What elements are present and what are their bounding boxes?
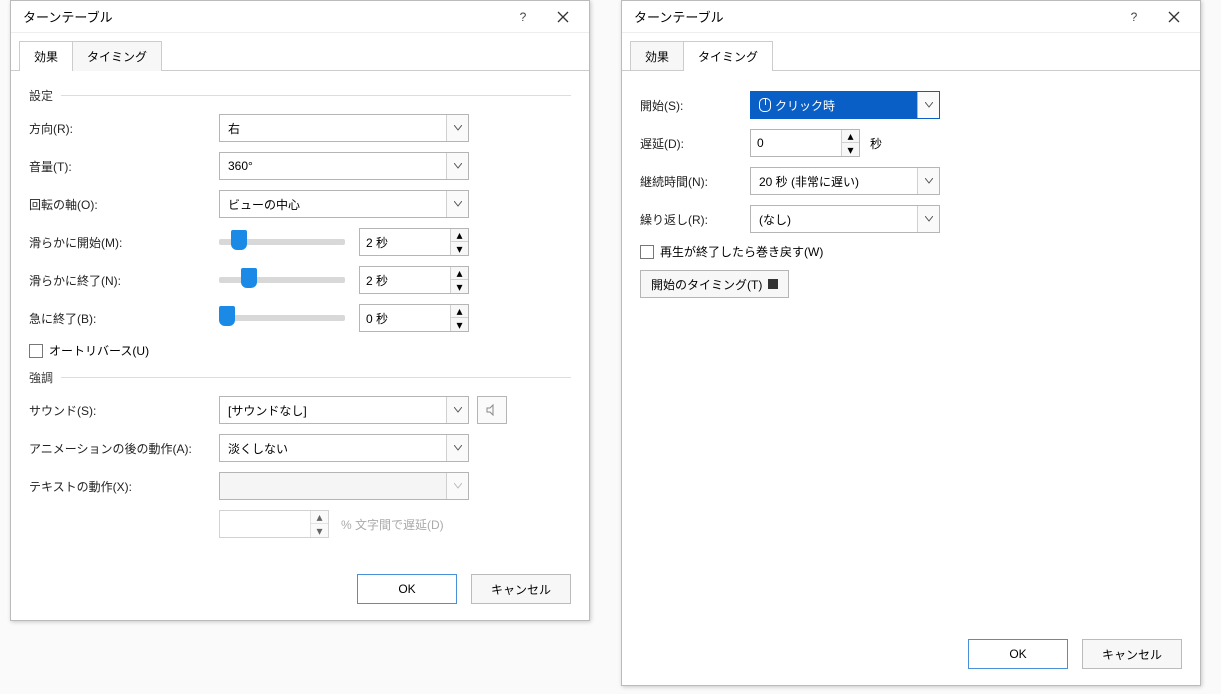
delay-unit: 秒 [870,135,882,152]
ok-button[interactable]: OK [357,574,457,604]
chevron-down-icon [446,153,468,179]
delay-label: 遅延(D): [640,135,750,152]
chevron-down-icon [917,206,939,232]
duration-combo[interactable]: 20 秒 (非常に遅い) [750,167,940,195]
cancel-button[interactable]: キャンセル [471,574,571,604]
section-settings: 設定 [29,87,53,104]
text-animation-label: テキストの動作(X): [29,478,219,495]
tab-effect[interactable]: 効果 [630,41,684,71]
after-animation-combo[interactable]: 淡くしない [219,434,469,462]
rewind-checkbox[interactable]: 再生が終了したら巻き戻す(W) [640,243,823,260]
ok-button[interactable]: OK [968,639,1068,669]
cancel-button[interactable]: キャンセル [1082,639,1182,669]
chevron-down-icon [446,115,468,141]
dialog-title: ターンテーブル [634,7,1114,26]
dialog-title: ターンテーブル [23,7,503,26]
chevron-down-icon [917,92,939,118]
help-button[interactable]: ? [503,3,543,31]
trigger-timing-button[interactable]: 開始のタイミング(T) [640,270,789,298]
axis-label: 回転の軸(O): [29,196,219,213]
bounce-end-slider[interactable] [219,315,345,321]
repeat-label: 繰り返し(R): [640,211,750,228]
sound-combo[interactable]: [サウンドなし] [219,396,469,424]
char-delay-spin: ▴▾ [219,510,329,538]
help-button[interactable]: ? [1114,3,1154,31]
chevron-down-icon [446,435,468,461]
tab-effect[interactable]: 効果 [19,41,73,71]
chevron-down-icon [446,473,468,499]
bounce-end-label: 急に終了(B): [29,310,219,327]
titlebar: ターンテーブル ? [11,1,589,33]
text-animation-combo [219,472,469,500]
direction-combo[interactable]: 右 [219,114,469,142]
after-animation-label: アニメーションの後の動作(A): [29,440,219,457]
smooth-end-slider[interactable] [219,277,345,283]
start-combo[interactable]: クリック時 [750,91,940,119]
axis-combo[interactable]: ビューの中心 [219,190,469,218]
tab-timing[interactable]: タイミング [72,41,162,71]
titlebar: ターンテーブル ? [622,1,1200,33]
chevron-down-icon [446,191,468,217]
autoreverse-checkbox[interactable]: オートリバース(U) [29,342,149,359]
chevron-down-icon [446,397,468,423]
smooth-start-label: 滑らかに開始(M): [29,234,219,251]
repeat-combo[interactable]: (なし) [750,205,940,233]
duration-label: 継続時間(N): [640,173,750,190]
smooth-end-label: 滑らかに終了(N): [29,272,219,289]
chevron-down-icon [917,168,939,194]
close-button[interactable] [1154,3,1194,31]
bounce-end-spin[interactable]: 0 秒 ▴▾ [359,304,469,332]
smooth-start-slider[interactable] [219,239,345,245]
close-button[interactable] [543,3,583,31]
start-label: 開始(S): [640,97,750,114]
expand-icon [768,279,778,289]
delay-spin[interactable]: 0 ▴▾ [750,129,860,157]
speaker-button[interactable] [477,396,507,424]
direction-label: 方向(R): [29,120,219,137]
tab-timing[interactable]: タイミング [683,41,773,71]
sound-label: サウンド(S): [29,402,219,419]
mouse-icon [759,98,771,112]
smooth-end-spin[interactable]: 2 秒 ▴▾ [359,266,469,294]
char-delay-label: % 文字間で遅延(D) [341,516,444,533]
volume-combo[interactable]: 360° [219,152,469,180]
smooth-start-spin[interactable]: 2 秒 ▴▾ [359,228,469,256]
volume-label: 音量(T): [29,158,219,175]
section-emphasis: 強調 [29,369,53,386]
